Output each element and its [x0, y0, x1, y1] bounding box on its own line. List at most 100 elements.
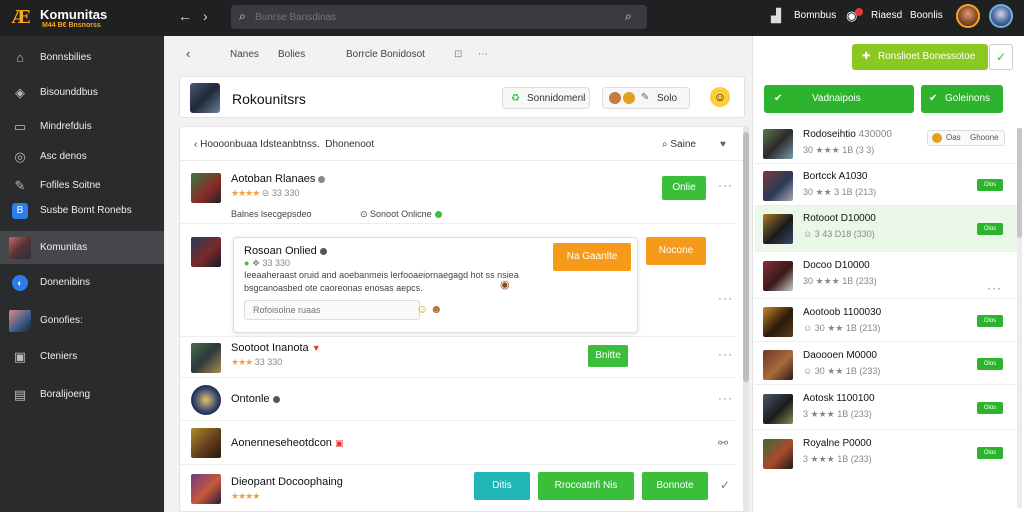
scroll-thumb[interactable] — [743, 132, 749, 382]
row-extra-text: Sonoot Onlicne — [370, 209, 432, 219]
action-button-3[interactable]: Bonnote — [642, 472, 708, 500]
breadcrumb-item-2[interactable]: Bolies — [278, 49, 305, 60]
heart-icon[interactable]: ♥ — [720, 139, 726, 150]
row-meta: ★★★ 33 330 — [231, 357, 282, 368]
join-community-button[interactable]: ✚ Ronslioet Bonessotoe — [852, 44, 988, 70]
controller-icon: ◈ — [15, 85, 25, 100]
list-item[interactable]: Aotosk 1100100 3 ★★★ 1B (233) Olos — [755, 386, 1017, 430]
logo-mark: Æ — [12, 7, 31, 28]
emoji-icon[interactable]: ☻ — [430, 302, 443, 316]
search-input[interactable] — [255, 10, 595, 24]
tag-pill[interactable]: Oas Ghoone — [927, 130, 1005, 146]
status-dot — [318, 175, 326, 183]
list-item[interactable]: Docoo D10000 30 ★★★ 1B (233) ··· — [755, 253, 1017, 299]
community-title: Rokounitsrs — [232, 91, 306, 107]
sidebar-item-8[interactable]: ◐ Donenibins — [0, 268, 164, 298]
sidebar-item-2[interactable]: ◈ Bisounddbus — [0, 78, 164, 108]
list-item[interactable]: Royalne P0000 3 ★★★ 1B (233) Olos — [755, 431, 1017, 475]
more-options-icon[interactable]: ··· — [718, 347, 733, 361]
wrench-icon: ✎ — [14, 178, 26, 193]
more-options-icon[interactable]: ··· — [718, 391, 733, 405]
row-meta: ★★★★ — [231, 491, 260, 502]
search-submit-icon[interactable]: ⌕ — [625, 9, 632, 24]
game-thumbnail — [191, 237, 221, 267]
list-item[interactable]: Rotooot D10000 ☺ 3 43 D18 (330) Olos — [755, 206, 1017, 252]
sidebar-item-6[interactable]: B Susbe Bomt Ronebs — [0, 196, 164, 226]
sidebar-item-9[interactable]: Gonofies: — [0, 306, 164, 336]
breadcrumb-back[interactable]: ‹ — [186, 46, 190, 61]
game-thumbnail — [191, 343, 221, 373]
list-item-meta: ☺ 3 43 D18 (330) — [803, 229, 875, 239]
sidebar-item-11[interactable]: ▤ Boralijoeng — [0, 380, 164, 410]
status-badge: Olos — [977, 447, 1003, 459]
more-icon[interactable]: ⋯ — [478, 49, 488, 60]
breadcrumb-item-1[interactable]: Nanes — [230, 49, 259, 60]
more-options-icon[interactable]: ··· — [987, 281, 1002, 295]
display-icon: ▣ — [13, 349, 27, 364]
back-arrow-icon[interactable]: ← — [178, 8, 192, 24]
emoji-icon[interactable]: ☺ — [710, 87, 730, 107]
secondary-green-button[interactable]: ✔ Goleinons — [921, 85, 1003, 113]
secondary-avatar[interactable] — [989, 4, 1013, 28]
right-scrollbar[interactable] — [1017, 128, 1022, 508]
members-pill[interactable]: ✎ Solo — [602, 87, 690, 109]
tag-label: Oas — [946, 133, 961, 142]
search-bar[interactable]: ⌕ ⌕ — [231, 5, 647, 29]
list-item[interactable]: Rodoseihtio 430000 30 ★★★ 1B (3 3) Oas G… — [755, 122, 1017, 164]
primary-action-button[interactable]: Na Gaanlte — [553, 243, 631, 271]
info-icon[interactable]: ⊡ — [454, 49, 462, 60]
feed-row[interactable]: Ontonle ··· — [180, 379, 736, 421]
sidebar-item-7[interactable]: Komunitas — [0, 231, 164, 264]
feed-row[interactable]: Dieopant Docoophaing ★★★★ Ditis Rrocoatn… — [180, 466, 736, 511]
list-item-meta: ☺ 30 ★★ 1B (213) — [803, 323, 881, 333]
chevron-icon[interactable]: ✓ — [720, 478, 731, 492]
scroll-thumb[interactable] — [1017, 128, 1022, 238]
sidebar-label: Mindrefduis — [40, 121, 92, 132]
sidebar-item-10[interactable]: ▣ Cteniers — [0, 342, 164, 372]
sidebar-item-3[interactable]: ▭ Mindrefduis — [0, 112, 164, 142]
game-thumbnail — [763, 261, 793, 291]
forward-arrow-icon[interactable]: › — [203, 8, 208, 24]
status-dot — [272, 395, 280, 403]
community-header: Rokounitsrs ♻ Sonnidomenl ✎ Solo ☺ — [179, 76, 745, 118]
action-button-2[interactable]: Rrocoatnfi Nis — [538, 472, 634, 500]
list-item-meta: ☺ 30 ★★ 1B (233) — [803, 366, 881, 376]
feed-row[interactable]: Sootoot Inanota ▼ ★★★ 33 330 Bnitte ··· — [180, 338, 736, 378]
app-logo[interactable]: Æ Komunitas M44 B€ Bnsnorss — [6, 4, 156, 32]
user-avatar[interactable] — [956, 4, 980, 28]
action-button-1[interactable]: Ditis — [474, 472, 530, 500]
filter-dropdown[interactable]: ‹ Hoooonbuaa Idsteanbtnss. Dhonenoot — [194, 139, 374, 150]
filter-search[interactable]: ⌕ Saine — [662, 139, 696, 150]
secondary-action-button[interactable]: Nocone — [646, 237, 706, 265]
community-avatar — [190, 83, 220, 113]
feed-row[interactable]: Aonenneseheotdcon ▣ ⚯ — [180, 422, 736, 465]
reply-input[interactable] — [244, 300, 420, 320]
top-nav-3[interactable]: Boonlis — [910, 10, 943, 21]
community-button[interactable]: ♻ Sonnidomenl — [502, 87, 590, 109]
list-item[interactable]: Aootoob 1100030 ☺ 30 ★★ 1B (213) Olos — [755, 300, 1017, 342]
check-icon[interactable]: ✓ — [989, 44, 1013, 70]
feed-row[interactable]: Aotoban Rlanaes ★★★★ ⊝ 33 330 Balnes lse… — [180, 162, 736, 224]
chart-icon[interactable]: ▟ — [771, 8, 781, 24]
row-name: Aotoban Rlanaes — [231, 173, 326, 185]
sidebar-item-1[interactable]: ⌂ Bonnsbilies — [0, 43, 164, 73]
action-button[interactable]: Bnitte — [588, 345, 628, 367]
online-dot — [434, 211, 442, 219]
sidebar: ⌂ Bonnsbilies ◈ Bisounddbus ▭ Mindrefdui… — [0, 36, 164, 512]
more-options-icon[interactable]: ··· — [718, 291, 733, 305]
top-nav-1[interactable]: Bomnbus — [794, 10, 836, 21]
online-button[interactable]: Onlie — [662, 176, 706, 200]
feed-scrollbar[interactable] — [743, 126, 749, 512]
list-item[interactable]: Daoooen M0000 ☺ 30 ★★ 1B (233) Olos — [755, 343, 1017, 385]
top-nav-2[interactable]: Riaesd — [871, 10, 902, 21]
share-icon[interactable]: ⚯ — [718, 436, 729, 450]
primary-green-button[interactable]: ✔ Vadnaipois — [764, 85, 914, 113]
list-item[interactable]: Bortcck A1030 30 ★★ 3 1B (213) Olos — [755, 164, 1017, 206]
sidebar-item-4[interactable]: ◎ Asc denos — [0, 142, 164, 172]
pen-icon: ✎ — [641, 92, 650, 103]
more-options-icon[interactable]: ··· — [718, 178, 733, 192]
sidebar-label: Cteniers — [40, 351, 78, 362]
primary-green-label: Vadnaipois — [812, 93, 861, 104]
breadcrumb-item-3[interactable]: Borrcle Bonidosot — [346, 49, 425, 60]
emoji-icon[interactable]: ☺ — [416, 302, 428, 316]
